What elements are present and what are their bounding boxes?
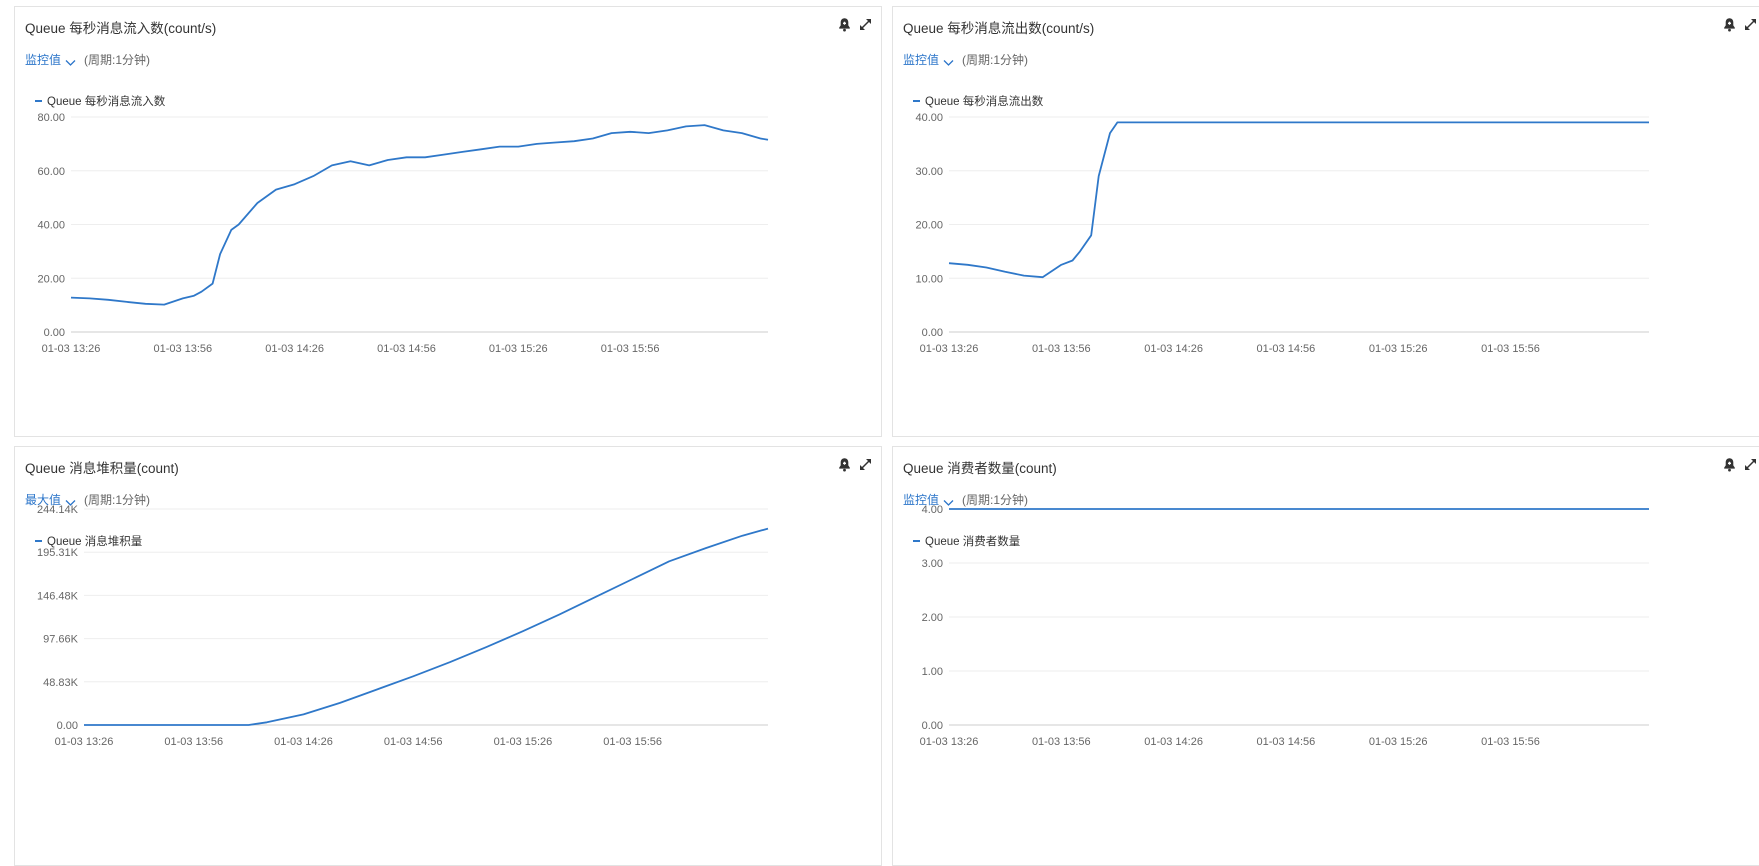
y-tick-label: 40.00 (915, 112, 943, 124)
y-tick-label: 4.00 (922, 504, 943, 516)
y-tick-label: 40.00 (37, 220, 65, 232)
x-tick-label: 01-03 14:26 (1144, 343, 1203, 355)
y-tick-label: 80.00 (37, 112, 65, 124)
x-tick-label: 01-03 13:56 (1032, 736, 1091, 748)
x-tick-label: 01-03 14:26 (265, 343, 324, 355)
y-tick-label: 30.00 (915, 166, 943, 178)
y-tick-label: 0.00 (44, 327, 65, 339)
chart-panel-inflow: Queue 每秒消息流入数(count/s) 监控值 (周期:1分钟) Queu… (14, 6, 882, 437)
x-tick-label: 01-03 14:56 (384, 736, 443, 748)
y-tick-label: 10.00 (915, 273, 943, 285)
x-tick-label: 01-03 14:26 (1144, 736, 1203, 748)
x-tick-label: 01-03 13:26 (42, 343, 101, 355)
y-tick-label: 1.00 (922, 666, 943, 678)
x-tick-label: 01-03 15:26 (1369, 736, 1428, 748)
y-tick-label: 60.00 (37, 166, 65, 178)
y-tick-label: 0.00 (57, 720, 78, 732)
y-tick-label: 0.00 (922, 720, 943, 732)
x-tick-label: 01-03 15:26 (494, 736, 553, 748)
x-tick-label: 01-03 13:26 (55, 736, 114, 748)
x-tick-label: 01-03 15:56 (601, 343, 660, 355)
x-tick-label: 01-03 13:56 (153, 343, 212, 355)
x-tick-label: 01-03 14:56 (377, 343, 436, 355)
y-tick-label: 0.00 (922, 327, 943, 339)
line-chart: 0.00 20.00 40.00 60.00 80.00 01-03 13:26 01-03… (37, 112, 769, 355)
series-line[interactable] (70, 124, 769, 306)
y-tick-label: 20.00 (915, 220, 943, 232)
x-tick-label: 01-03 14:26 (274, 736, 333, 748)
chart-panel-consumers: Queue 消费者数量(count) 监控值 (周期:1分钟) Queue 消费… (892, 446, 1759, 866)
x-tick-label: 01-03 13:56 (1032, 343, 1091, 355)
x-tick-label: 01-03 13:26 (920, 343, 979, 355)
y-tick-label: 97.66K (43, 634, 79, 646)
y-tick-label: 146.48K (37, 590, 79, 602)
x-tick-label: 01-03 15:26 (1369, 343, 1428, 355)
x-tick-label: 01-03 15:56 (1481, 343, 1540, 355)
y-tick-label: 2.00 (922, 612, 943, 624)
chart-panel-backlog: Queue 消息堆积量(count) 最大值 (周期:1分钟) Queue 消息… (14, 446, 882, 866)
y-tick-label: 244.14K (37, 504, 79, 516)
line-chart: 0.00 10.00 20.00 30.00 40.00 01-03 13:26 01-03… (915, 112, 1649, 355)
y-tick-label: 3.00 (922, 558, 943, 570)
line-chart: 0.00 48.83K 97.66K 146.48K 195.31K 244.14K 01-… (37, 504, 769, 748)
series-line[interactable] (84, 527, 769, 726)
y-tick-label: 20.00 (37, 273, 65, 285)
x-tick-label: 01-03 13:26 (920, 736, 979, 748)
x-tick-label: 01-03 14:56 (1257, 736, 1316, 748)
y-tick-label: 195.31K (37, 547, 79, 559)
x-tick-label: 01-03 14:56 (1257, 343, 1316, 355)
x-tick-label: 01-03 15:56 (1481, 736, 1540, 748)
x-tick-label: 01-03 13:56 (164, 736, 223, 748)
line-chart: 0.00 1.00 2.00 3.00 4.00 01-03 13:26 01-03 13:… (920, 504, 1649, 748)
chart-panel-outflow: Queue 每秒消息流出数(count/s) 监控值 (周期:1分钟) Queu… (892, 6, 1759, 437)
x-tick-label: 01-03 15:56 (603, 736, 662, 748)
y-tick-label: 48.83K (43, 677, 79, 689)
series-line[interactable] (948, 121, 1649, 279)
x-tick-label: 01-03 15:26 (489, 343, 548, 355)
